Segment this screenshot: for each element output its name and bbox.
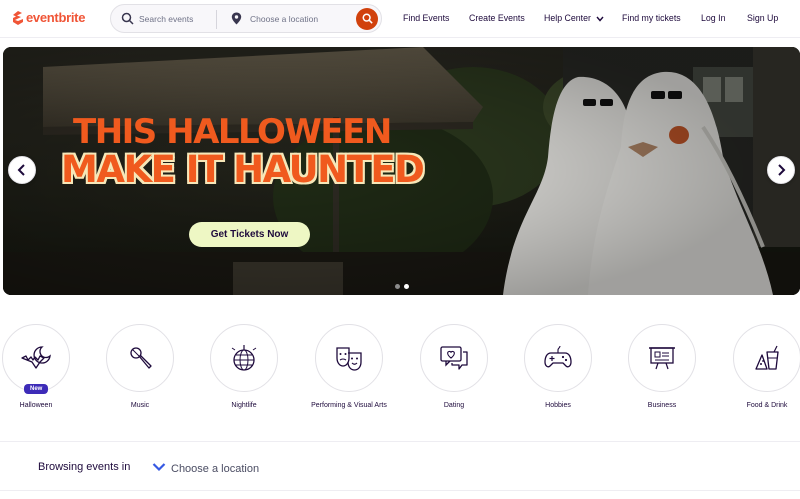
category-music-circle[interactable] (106, 324, 174, 392)
carousel-prev-button[interactable] (8, 156, 36, 184)
top-header: eventbrite Find Events Create Events (0, 0, 800, 38)
search-submit-button[interactable] (356, 7, 378, 30)
game-controller-icon (544, 345, 572, 368)
category-dating-circle[interactable] (420, 324, 488, 392)
hero-title-line-2: MAKE IT HAUNTED (60, 148, 426, 191)
microphone-icon (130, 347, 152, 369)
category-business-circle[interactable] (628, 324, 696, 392)
section-divider (0, 441, 800, 442)
category-label: Halloween (19, 402, 53, 409)
category-nightlife-circle[interactable] (210, 324, 278, 392)
category-label: Food & Drink (746, 402, 788, 409)
search-divider (216, 10, 217, 29)
carousel-next-button[interactable] (767, 156, 795, 184)
chat-heart-icon (440, 346, 468, 370)
eventbrite-logo-icon (12, 10, 24, 25)
presentation-board-icon (649, 347, 675, 370)
chevron-down-icon (596, 16, 604, 22)
carousel-pagination (395, 284, 409, 289)
get-tickets-button[interactable]: Get Tickets Now (189, 222, 310, 247)
nav-log-in[interactable]: Log In (701, 13, 725, 23)
hero-title-line-1: THIS HALLOWEEN (73, 112, 392, 152)
browse-location-selector[interactable]: Choose a location (171, 463, 259, 475)
food-drink-icon (755, 345, 779, 370)
eventbrite-logo[interactable]: eventbrite (12, 10, 85, 25)
browsing-events-label: Browsing events in (38, 461, 131, 473)
location-pin-icon (231, 12, 242, 25)
carousel-dot-1[interactable] (395, 284, 400, 289)
nav-find-my-tickets[interactable]: Find my tickets (622, 13, 681, 23)
hero-banner[interactable]: THIS HALLOWEEN MAKE IT HAUNTED Get Ticke… (3, 47, 800, 295)
category-label: Performing & Visual Arts (311, 402, 387, 409)
category-halloween-circle[interactable] (2, 324, 70, 392)
category-label: Dating (443, 402, 465, 409)
chevron-right-icon (778, 164, 786, 176)
bottom-divider (0, 490, 800, 491)
location-input[interactable] (250, 10, 350, 28)
chevron-left-icon (17, 164, 25, 176)
search-bar (110, 4, 382, 33)
new-badge: New (24, 384, 49, 394)
nav-help-center[interactable]: Help Center (544, 13, 604, 23)
search-button-icon (362, 13, 373, 24)
category-label: Nightlife (231, 402, 257, 409)
disco-ball-icon (231, 345, 257, 371)
carousel-dot-2[interactable] (404, 284, 409, 289)
category-label: Hobbies (545, 402, 571, 409)
category-performing-arts-circle[interactable] (315, 324, 383, 392)
nav-help-center-label: Help Center (544, 13, 591, 23)
nav-sign-up[interactable]: Sign Up (747, 13, 778, 23)
category-label: Business (647, 402, 677, 409)
nav-create-events[interactable]: Create Events (469, 13, 525, 23)
search-icon (121, 12, 134, 25)
theater-masks-icon (336, 347, 362, 371)
category-hobbies-circle[interactable] (524, 324, 592, 392)
search-input[interactable] (139, 10, 217, 28)
nav-find-events[interactable]: Find Events (403, 13, 449, 23)
category-food-drink-circle[interactable] (733, 324, 800, 392)
chevron-down-icon[interactable] (152, 462, 166, 472)
category-label: Music (130, 402, 150, 409)
bat-moon-icon (21, 346, 51, 369)
logo-wordmark: eventbrite (26, 10, 86, 25)
